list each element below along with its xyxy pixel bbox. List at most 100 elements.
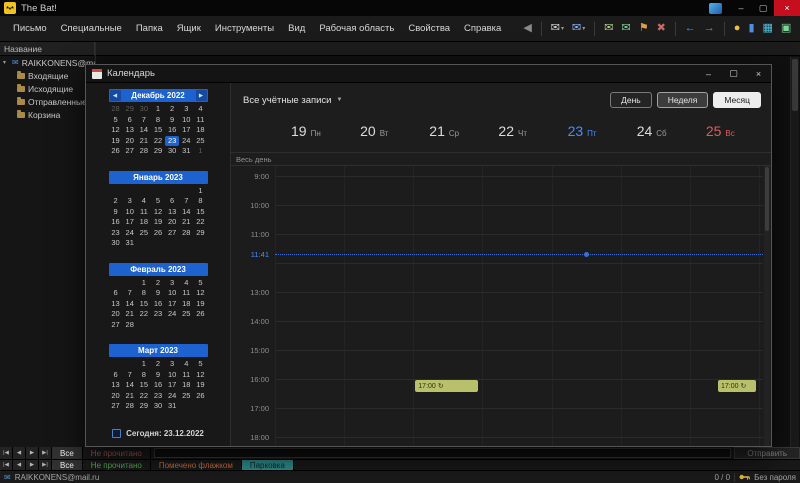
mini-day[interactable]: 2 bbox=[151, 278, 165, 289]
mini-day[interactable]: 21 bbox=[123, 391, 137, 402]
mini-day[interactable]: 11 bbox=[137, 207, 151, 218]
menu-tools[interactable]: Инструменты bbox=[208, 20, 281, 37]
mini-day[interactable]: 26 bbox=[193, 391, 207, 402]
mini-day[interactable]: 22 bbox=[137, 391, 151, 402]
mini-day[interactable]: 18 bbox=[193, 125, 207, 136]
mini-day[interactable]: 28 bbox=[109, 104, 123, 115]
next-tab-button[interactable]: ▶ bbox=[26, 447, 39, 459]
tab-all[interactable]: Все bbox=[52, 460, 83, 470]
flag-icon[interactable]: ⚑ bbox=[636, 22, 652, 35]
mini-day[interactable]: 5 bbox=[109, 115, 123, 126]
tab-parked[interactable]: Парковка bbox=[241, 460, 294, 470]
mini-day[interactable]: 29 bbox=[193, 228, 207, 239]
mini-day[interactable]: 27 bbox=[109, 401, 123, 412]
mini-day[interactable]: 26 bbox=[193, 309, 207, 320]
tab-flagged[interactable]: Помечено флажком bbox=[150, 460, 242, 470]
mini-month-header[interactable]: ◀ Декабрь 2022 ▶ bbox=[108, 89, 208, 102]
mini-day[interactable]: 30 bbox=[151, 401, 165, 412]
mini-day[interactable]: 28 bbox=[137, 146, 151, 157]
last-tab-button[interactable]: ▶| bbox=[39, 460, 52, 470]
mini-day[interactable]: 25 bbox=[193, 136, 207, 147]
mini-day[interactable]: 21 bbox=[123, 309, 137, 320]
accounts-filter-dropdown[interactable]: Все учётные записи ▼ bbox=[243, 95, 342, 106]
mini-day[interactable]: 29 bbox=[123, 104, 137, 115]
mini-day[interactable]: 9 bbox=[151, 288, 165, 299]
message-list-scrollbar[interactable] bbox=[790, 57, 799, 447]
calendar-close-button[interactable]: × bbox=[746, 65, 771, 83]
mini-day[interactable]: 19 bbox=[193, 299, 207, 310]
mini-day[interactable]: 15 bbox=[137, 299, 151, 310]
mini-day[interactable]: 30 bbox=[165, 146, 179, 157]
mini-day[interactable]: 21 bbox=[179, 217, 193, 228]
preferences-icon[interactable]: ▣ bbox=[778, 22, 794, 35]
week-grid[interactable]: 9:00 10:00 11:00 13:00 14:00 15:00 16:00 17:00 1… bbox=[231, 166, 771, 446]
calendar-event[interactable]: 17:00 ↻ bbox=[415, 380, 478, 392]
menu-view[interactable]: Вид bbox=[281, 20, 312, 37]
mini-day[interactable]: 9 bbox=[151, 370, 165, 381]
mini-day[interactable]: 16 bbox=[151, 380, 165, 391]
mini-day[interactable]: 18 bbox=[137, 217, 151, 228]
next-message-icon[interactable]: → bbox=[701, 22, 718, 35]
mini-day[interactable]: 4 bbox=[137, 196, 151, 207]
day-header-24[interactable]: 24 Сб bbox=[621, 123, 690, 149]
prev-tab-button[interactable]: ◀ bbox=[13, 447, 26, 459]
first-tab-button[interactable]: |◀ bbox=[0, 460, 13, 470]
today-row[interactable]: Сегодня: 23.12.2022 bbox=[86, 429, 230, 438]
mini-day[interactable]: 29 bbox=[151, 146, 165, 157]
mini-day[interactable]: 2 bbox=[109, 196, 123, 207]
mini-day[interactable]: 13 bbox=[165, 207, 179, 218]
calendar-maximize-button[interactable]: ▢ bbox=[721, 65, 746, 83]
mini-day[interactable]: 7 bbox=[179, 196, 193, 207]
day-header-23[interactable]: 23 Пт bbox=[552, 123, 621, 149]
scheduler-icon[interactable]: ● bbox=[731, 22, 744, 35]
mini-day[interactable]: 3 bbox=[179, 104, 193, 115]
mini-day[interactable]: 19 bbox=[109, 136, 123, 147]
menu-special[interactable]: Специальные bbox=[54, 20, 129, 37]
mini-day[interactable]: 23 bbox=[165, 135, 180, 146]
mini-day[interactable]: 31 bbox=[179, 146, 193, 157]
mini-day[interactable]: 26 bbox=[109, 146, 123, 157]
sidebar-folder-sent[interactable]: Отправленные bbox=[0, 95, 95, 108]
scrollbar-thumb[interactable] bbox=[792, 59, 798, 111]
menu-message[interactable]: Письмо bbox=[6, 20, 54, 37]
mini-day[interactable]: 27 bbox=[109, 320, 123, 331]
mini-day[interactable]: 18 bbox=[179, 380, 193, 391]
view-day-button[interactable]: День bbox=[610, 92, 652, 108]
mini-day[interactable]: 25 bbox=[179, 391, 193, 402]
mini-day[interactable]: 4 bbox=[179, 359, 193, 370]
mini-day[interactable]: 8 bbox=[151, 115, 165, 126]
first-tab-button[interactable]: |◀ bbox=[0, 447, 13, 459]
mini-day[interactable]: 23 bbox=[151, 309, 165, 320]
mini-day[interactable]: 28 bbox=[123, 320, 137, 331]
calendar-icon[interactable]: ▦ bbox=[760, 22, 776, 35]
mini-day[interactable]: 28 bbox=[179, 228, 193, 239]
next-month-button[interactable]: ▶ bbox=[195, 90, 207, 101]
mini-day[interactable]: 20 bbox=[109, 391, 123, 402]
mini-month-header[interactable]: Февраль 2023 bbox=[108, 262, 208, 276]
mini-day[interactable]: 25 bbox=[137, 228, 151, 239]
mini-day[interactable]: 19 bbox=[151, 217, 165, 228]
collapse-toolbar-icon[interactable]: ◀ bbox=[520, 22, 534, 35]
expand-icon[interactable]: ▾ bbox=[3, 59, 9, 66]
delete-icon[interactable]: ✖ bbox=[654, 22, 669, 35]
mini-day[interactable]: 4 bbox=[193, 104, 207, 115]
mini-day[interactable]: 28 bbox=[123, 401, 137, 412]
prev-month-button[interactable]: ◀ bbox=[109, 90, 121, 101]
mini-day[interactable]: 2 bbox=[165, 104, 179, 115]
mini-day[interactable]: 13 bbox=[109, 299, 123, 310]
mini-day[interactable]: 14 bbox=[123, 299, 137, 310]
mini-day[interactable]: 4 bbox=[179, 278, 193, 289]
mini-day[interactable]: 15 bbox=[151, 125, 165, 136]
mini-day[interactable]: 6 bbox=[109, 288, 123, 299]
mini-day[interactable]: 3 bbox=[123, 196, 137, 207]
mini-day[interactable]: 8 bbox=[137, 288, 151, 299]
mini-day[interactable]: 27 bbox=[165, 228, 179, 239]
mini-day[interactable]: 8 bbox=[137, 370, 151, 381]
mini-day[interactable]: 31 bbox=[123, 238, 137, 249]
mini-day[interactable]: 10 bbox=[123, 207, 137, 218]
mini-day[interactable]: 1 bbox=[151, 104, 165, 115]
mini-day[interactable]: 10 bbox=[165, 288, 179, 299]
new-message-icon[interactable]: ✉ ▾ bbox=[548, 22, 567, 35]
mini-day[interactable]: 12 bbox=[193, 370, 207, 381]
mini-day[interactable]: 30 bbox=[137, 104, 151, 115]
